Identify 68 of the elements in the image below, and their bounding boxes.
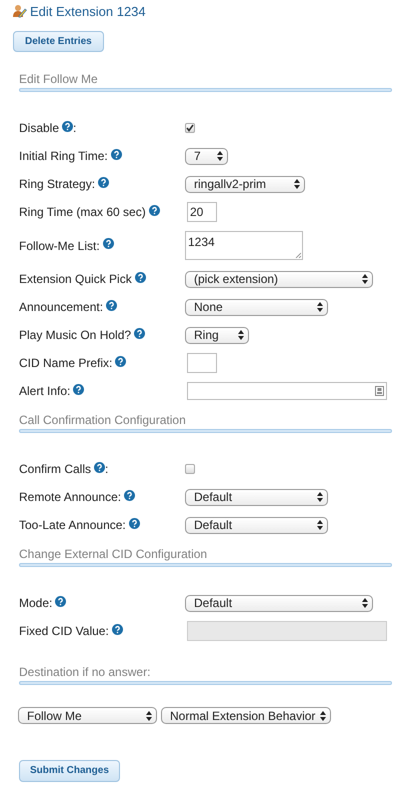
section-title: Destination if no answer:: [19, 665, 152, 680]
field-label: Follow-Me List:: [19, 238, 100, 254]
help-icon[interactable]: [102, 238, 114, 250]
dropdown-arrows-icon: [146, 710, 152, 720]
help-icon[interactable]: [62, 120, 74, 132]
text-area[interactable]: 1234: [185, 231, 303, 260]
help-icon[interactable]: [134, 272, 146, 283]
dropdown-arrows-icon: [294, 179, 300, 189]
help-icon[interactable]: [55, 596, 66, 607]
help-icon[interactable]: [128, 518, 140, 529]
dropdown-select[interactable]: Default: [185, 488, 328, 506]
dropdown-select[interactable]: Default: [185, 516, 328, 534]
help-icon[interactable]: [98, 176, 110, 188]
dropdown-arrows-icon: [317, 302, 323, 312]
dropdown-select[interactable]: None: [185, 298, 328, 316]
help-icon[interactable]: [124, 490, 136, 501]
section-title: Edit Follow Me: [19, 72, 99, 87]
section-title: Change External CID Configuration: [19, 547, 208, 562]
field-label: Ring Strategy:: [19, 176, 96, 193]
dropdown-select[interactable]: ringallv2-prim: [185, 176, 305, 192]
field-label: Confirm Calls: [19, 461, 92, 478]
help-icon[interactable]: [106, 300, 118, 311]
field-label: Alert Info:: [19, 383, 70, 400]
dropdown-select[interactable]: 7: [185, 148, 228, 164]
dropdown-arrows-icon: [317, 520, 323, 530]
field-label: CID Name Prefix:: [19, 355, 112, 372]
field-label: Ring Time (max 60 sec): [19, 204, 146, 221]
text-field[interactable]: 20: [187, 202, 217, 222]
dropdown-select[interactable]: Normal Extension Behavior: [161, 707, 331, 724]
delete-entries-button[interactable]: Delete Entries: [13, 31, 104, 52]
dropdown-arrows-icon: [217, 151, 223, 161]
contact-card-icon: [375, 386, 384, 396]
dropdown-arrows-icon: [362, 598, 368, 608]
dropdown-select[interactable]: Follow Me: [18, 707, 157, 724]
field-label: Disable: [19, 120, 60, 137]
help-icon[interactable]: [73, 384, 84, 395]
help-icon[interactable]: [94, 462, 106, 473]
submit-changes-button[interactable]: Submit Changes: [19, 760, 120, 782]
label-colon: :: [105, 461, 108, 478]
dropdown-select[interactable]: Ring: [185, 326, 249, 344]
dropdown-arrows-icon: [320, 710, 326, 720]
help-icon[interactable]: [134, 328, 146, 339]
label-colon: :: [73, 120, 76, 137]
field-label: Too-Late Announce:: [19, 517, 126, 534]
checkbox[interactable]: [185, 464, 195, 474]
help-icon[interactable]: [112, 624, 123, 635]
checkbox[interactable]: [185, 123, 195, 133]
section-title: Call Confirmation Configuration: [19, 413, 187, 428]
page-title: Edit Extension 1234: [30, 4, 146, 18]
dropdown-arrows-icon: [362, 274, 368, 284]
help-icon[interactable]: [115, 356, 126, 367]
dropdown-select[interactable]: Default: [185, 594, 373, 612]
help-icon[interactable]: [148, 204, 160, 216]
dropdown-arrows-icon: [317, 492, 323, 502]
dropdown-select[interactable]: (pick extension): [185, 270, 373, 288]
field-label: Play Music On Hold?: [19, 327, 132, 344]
field-label: Remote Announce:: [19, 489, 122, 506]
resize-grip-icon[interactable]: [295, 252, 301, 258]
field-label: Announcement:: [19, 299, 104, 316]
dropdown-arrows-icon: [238, 330, 244, 340]
field-label: Mode:: [19, 595, 52, 612]
field-label: Initial Ring Time:: [19, 148, 108, 165]
text-field[interactable]: [187, 353, 217, 373]
field-label: Fixed CID Value:: [19, 623, 109, 640]
field-label: Extension Quick Pick: [19, 271, 132, 288]
help-icon[interactable]: [110, 148, 122, 160]
user-edit-icon: [12, 4, 27, 18]
alert-info-field[interactable]: [187, 382, 387, 400]
